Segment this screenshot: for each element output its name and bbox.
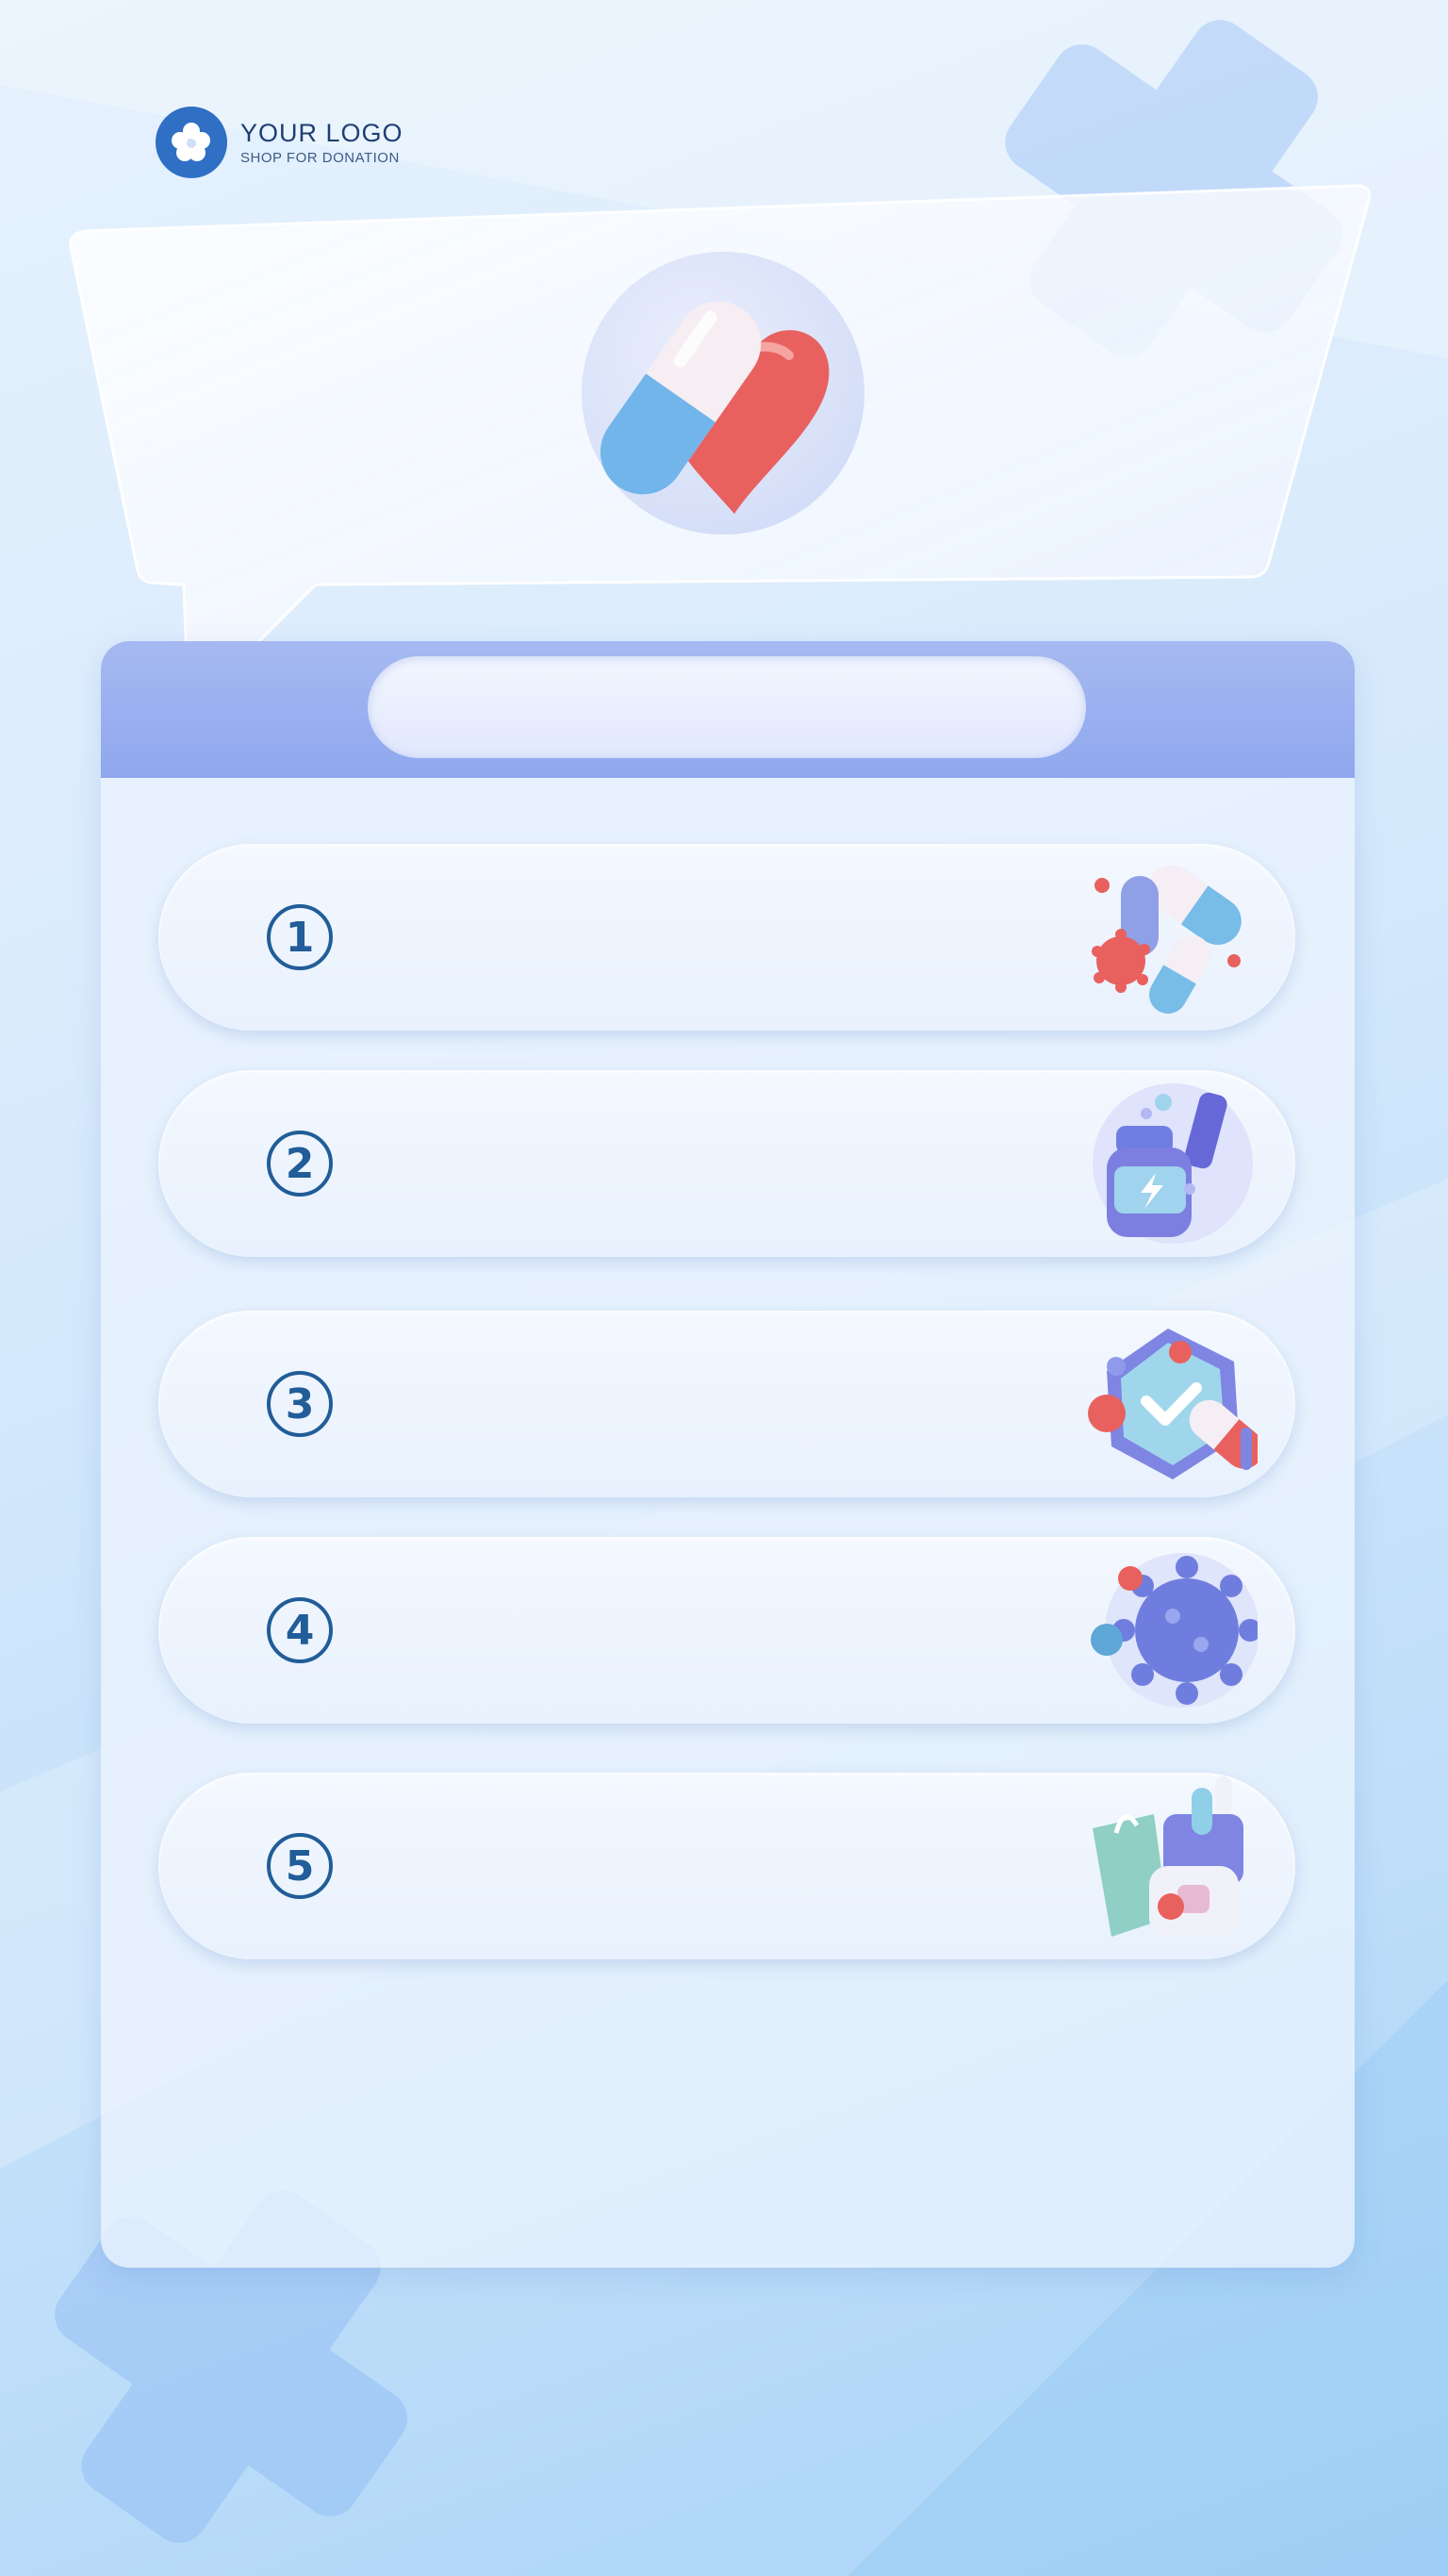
list-item[interactable]: 5	[158, 1773, 1295, 1959]
capsules-virus-icon	[1092, 865, 1242, 1014]
list-item[interactable]: 3	[158, 1311, 1295, 1497]
medicine-bottle-icon	[1093, 1083, 1253, 1244]
list-item[interactable]: 4	[158, 1537, 1295, 1724]
header-title-pill	[368, 656, 1086, 758]
shopping-bag-medicine-icon	[1093, 1776, 1243, 1937]
panel-header	[101, 641, 1355, 778]
list-item[interactable]: 2	[158, 1070, 1295, 1257]
item-number: 3	[267, 1371, 333, 1437]
item-number: 2	[267, 1131, 333, 1197]
item-number: 1	[267, 904, 333, 970]
shield-check-pill-icon	[1088, 1329, 1258, 1479]
item-number: 5	[267, 1833, 333, 1899]
content-panel: 1 2 3 4 5	[101, 641, 1355, 2268]
list-item[interactable]: 1	[158, 844, 1295, 1031]
virus-icon	[1091, 1553, 1258, 1708]
pill-and-heart-icon	[582, 252, 864, 535]
item-number: 4	[267, 1597, 333, 1663]
